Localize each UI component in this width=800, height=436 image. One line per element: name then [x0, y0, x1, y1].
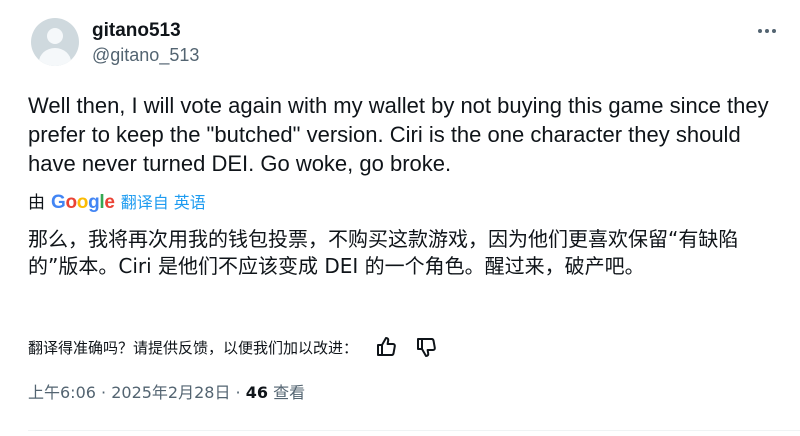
tweet-header: gitano513 @gitano_513 [28, 18, 788, 68]
view-count: 46 [245, 383, 268, 402]
avatar-placeholder-body [39, 48, 71, 66]
ellipsis-icon-svg [758, 29, 776, 33]
translated-text: 那么，我将再次用我的钱包投票，不购买这款游戏，因为他们更喜欢保留“有缺陷的”版本… [28, 227, 739, 278]
meta-separator: · [230, 383, 246, 402]
translated-by-label: 由 [28, 193, 45, 213]
tweet-date[interactable]: 2025年2月28日 [111, 383, 230, 402]
divider [28, 430, 800, 431]
meta-separator: · [95, 383, 112, 402]
ellipsis-icon[interactable] [756, 20, 778, 42]
tweet-container: gitano513 @gitano_513 Well then, I will … [0, 0, 800, 436]
tweet-text: Well then, I will vote again with my wal… [28, 93, 769, 176]
thumbs-down-icon[interactable] [414, 335, 438, 359]
avatar-placeholder-head [47, 28, 63, 44]
avatar[interactable] [31, 18, 79, 66]
author-display-name[interactable]: gitano513 [92, 19, 199, 43]
translated-from-link[interactable]: 翻译自 英语 [121, 191, 206, 215]
author-names: gitano513 @gitano_513 [92, 19, 199, 67]
view-label: 查看 [273, 383, 306, 402]
google-logo: Google [51, 192, 115, 213]
tweet-meta: 上午6:06 · 2025年2月28日 · 46 查看 [28, 381, 305, 405]
translation-attribution: 由 Google 翻译自 英语 [28, 191, 206, 215]
translation-feedback: 翻译得准确吗？请提供反馈，以便我们加以改进： [28, 333, 438, 361]
tweet-time[interactable]: 上午6:06 [28, 383, 96, 402]
author-handle[interactable]: @gitano_513 [92, 43, 199, 67]
feedback-prompt: 翻译得准确吗？请提供反馈，以便我们加以改进： [28, 338, 359, 357]
thumbs-up-icon[interactable] [374, 335, 398, 359]
